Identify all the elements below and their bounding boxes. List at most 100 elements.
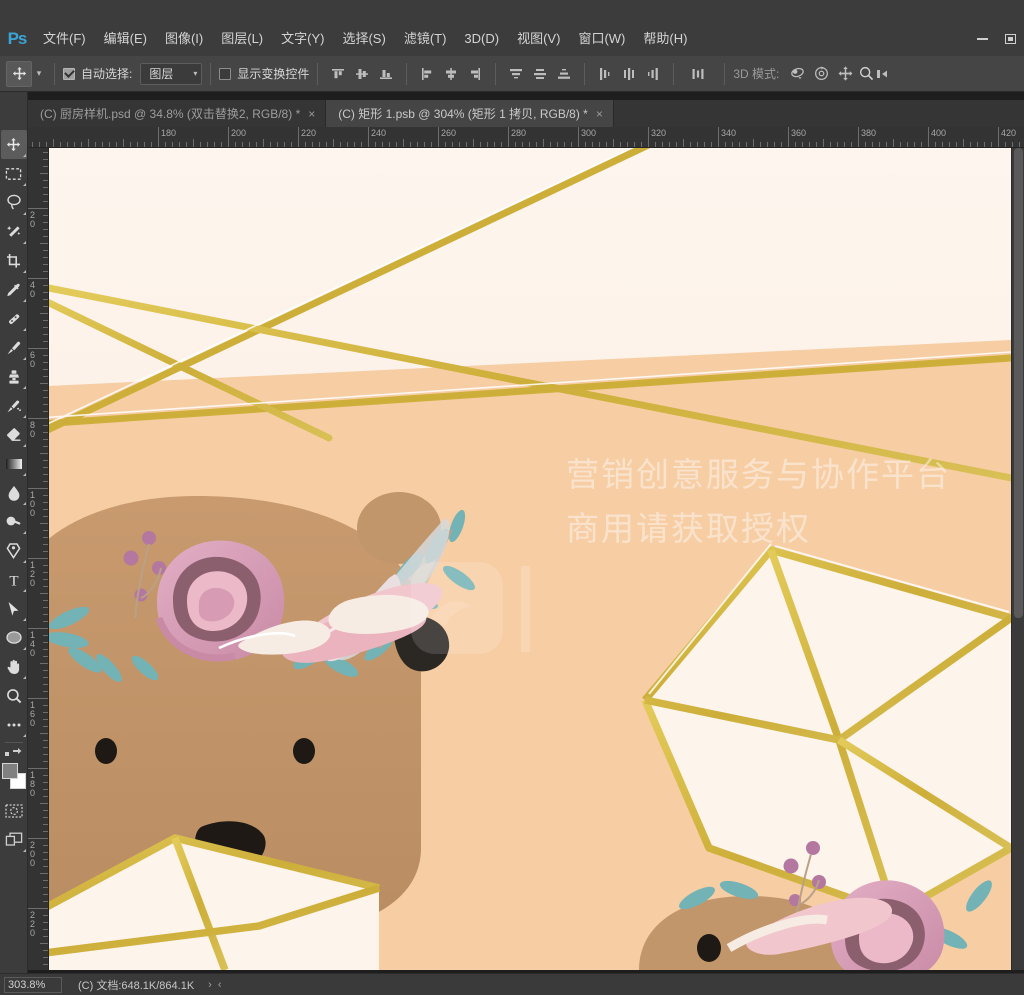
- ruler-minor-tick: [43, 894, 48, 895]
- clone-stamp-tool[interactable]: [1, 362, 27, 391]
- distribute-vertical-centers-icon[interactable]: [528, 62, 552, 86]
- ellipse-tool[interactable]: [1, 623, 27, 652]
- move-tool-icon[interactable]: [6, 60, 32, 87]
- status-next-chevron-icon[interactable]: ›: [208, 979, 212, 991]
- close-icon[interactable]: ×: [596, 108, 603, 120]
- ruler-minor-tick: [522, 142, 523, 147]
- dodge-tool[interactable]: [1, 507, 27, 536]
- ruler-label: 260: [441, 128, 457, 138]
- quick-mask-button[interactable]: [1, 796, 27, 825]
- close-icon[interactable]: ×: [308, 108, 315, 120]
- vertical-scrollbar-thumb[interactable]: [1014, 148, 1023, 618]
- menu-item-window[interactable]: 窗口(W): [569, 27, 634, 51]
- menu-item-view[interactable]: 视图(V): [508, 27, 569, 51]
- ruler-minor-tick: [40, 943, 48, 944]
- align-left-edges-icon[interactable]: [415, 62, 439, 86]
- menu-item-image[interactable]: 图像(I): [156, 27, 212, 51]
- orbit-3d-icon[interactable]: [785, 62, 809, 86]
- move-tool[interactable]: [0, 130, 27, 159]
- tab-kitchen-mockup[interactable]: (C) 厨房样机.psd @ 34.8% (双击替换2, RGB/8) * ×: [28, 100, 327, 127]
- pan-3d-icon[interactable]: [833, 62, 857, 86]
- roll-3d-icon[interactable]: [809, 62, 833, 86]
- menu-item-filter[interactable]: 滤镜(T): [395, 27, 456, 51]
- zoom-tool[interactable]: [1, 681, 27, 710]
- status-prev-chevron-icon[interactable]: ‹: [218, 979, 222, 991]
- restore-button[interactable]: [996, 27, 1024, 51]
- blur-tool[interactable]: [1, 478, 27, 507]
- color-swatches[interactable]: [1, 762, 27, 792]
- align-top-edges-icon[interactable]: [326, 62, 350, 86]
- vertical-scrollbar[interactable]: [1011, 148, 1024, 970]
- auto-select-checkbox[interactable]: [63, 67, 75, 80]
- show-transform-checkbox[interactable]: [219, 67, 232, 80]
- gradient-tool[interactable]: [1, 449, 27, 478]
- ruler-minor-tick: [43, 404, 48, 405]
- rectangular-marquee-tool[interactable]: [1, 159, 27, 188]
- foreground-color-swatch[interactable]: [1, 763, 18, 779]
- menu-item-help[interactable]: 帮助(H): [634, 27, 696, 51]
- menu-item-3d[interactable]: 3D(D): [455, 27, 508, 51]
- menu-item-select[interactable]: 选择(S): [333, 27, 394, 51]
- crop-tool[interactable]: [1, 246, 27, 275]
- zoom-3d-icon[interactable]: [857, 62, 875, 86]
- path-selection-tool[interactable]: [1, 594, 27, 623]
- history-brush-tool[interactable]: [1, 391, 27, 420]
- ruler-label: 160: [30, 700, 36, 728]
- menu-item-file[interactable]: 文件(F): [34, 27, 95, 51]
- ruler-minor-tick: [354, 142, 355, 147]
- horizontal-ruler[interactable]: 1802002202402602803003203403603804004204…: [28, 127, 1024, 148]
- eraser-tool[interactable]: [1, 420, 27, 449]
- edit-toolbar-button[interactable]: [1, 710, 27, 739]
- menu-item-edit[interactable]: 编辑(E): [95, 27, 156, 51]
- align-horizontal-group: [415, 62, 487, 86]
- ruler-major-tick: [718, 127, 719, 147]
- ruler-minor-tick: [550, 142, 551, 147]
- ruler-minor-tick: [43, 544, 48, 545]
- vertical-ruler[interactable]: 20406080100120140160180200220240: [28, 148, 49, 970]
- ruler-minor-tick: [43, 481, 48, 482]
- ruler-minor-tick: [270, 142, 271, 147]
- ruler-minor-tick: [43, 929, 48, 930]
- ruler-minor-tick: [403, 139, 404, 147]
- spot-healing-brush-tool[interactable]: [1, 304, 27, 333]
- ruler-minor-tick: [43, 369, 48, 370]
- ruler-label: 360: [791, 128, 807, 138]
- menu-item-layer[interactable]: 图层(L): [212, 27, 272, 51]
- minimize-button[interactable]: [968, 27, 996, 51]
- tool-preset-chevron-down-icon[interactable]: ▾: [32, 62, 46, 86]
- lasso-tool[interactable]: [1, 188, 27, 217]
- align-bottom-edges-icon[interactable]: [374, 62, 398, 86]
- distribute-right-edges-icon[interactable]: [641, 62, 665, 86]
- horizontal-type-tool[interactable]: T: [1, 565, 27, 594]
- screen-mode-button[interactable]: [1, 825, 27, 854]
- ruler-minor-tick: [753, 139, 754, 147]
- ruler-minor-tick: [43, 306, 48, 307]
- zoom-level-input[interactable]: 303.8%: [4, 976, 62, 993]
- hand-tool[interactable]: [1, 652, 27, 681]
- ruler-minor-tick: [445, 142, 446, 147]
- ruler-minor-tick: [172, 142, 173, 147]
- distribute-horizontal-centers-icon[interactable]: [617, 62, 641, 86]
- align-vertical-centers-icon[interactable]: [350, 62, 374, 86]
- menu-item-type[interactable]: 文字(Y): [272, 27, 333, 51]
- swap-colors-icon[interactable]: [2, 746, 26, 760]
- tool-flyout-triangle-icon: [22, 473, 26, 476]
- slide-3d-icon[interactable]: [875, 62, 891, 86]
- eyedropper-tool[interactable]: [1, 275, 27, 304]
- brush-tool[interactable]: [1, 333, 27, 362]
- distribute-spacing-icon[interactable]: [686, 62, 710, 86]
- tab-rectangle-1[interactable]: (C) 矩形 1.psb @ 304% (矩形 1 拷贝, RGB/8) * ×: [326, 100, 614, 127]
- distribute-top-edges-icon[interactable]: [504, 62, 528, 86]
- ruler-minor-tick: [40, 663, 48, 664]
- align-horizontal-centers-icon[interactable]: [439, 62, 463, 86]
- pen-tool[interactable]: [1, 536, 27, 565]
- distribute-left-edges-icon[interactable]: [593, 62, 617, 86]
- ruler-minor-tick: [43, 691, 48, 692]
- ruler-minor-tick: [641, 142, 642, 147]
- ruler-minor-tick: [543, 139, 544, 147]
- auto-select-scope-dropdown[interactable]: 图层 ▾: [140, 62, 203, 85]
- canvas-viewport[interactable]: 营销创意服务与协作平台 商用请获取授权: [49, 148, 1011, 970]
- distribute-bottom-edges-icon[interactable]: [552, 62, 576, 86]
- align-right-edges-icon[interactable]: [463, 62, 487, 86]
- magic-wand-tool[interactable]: [1, 217, 27, 246]
